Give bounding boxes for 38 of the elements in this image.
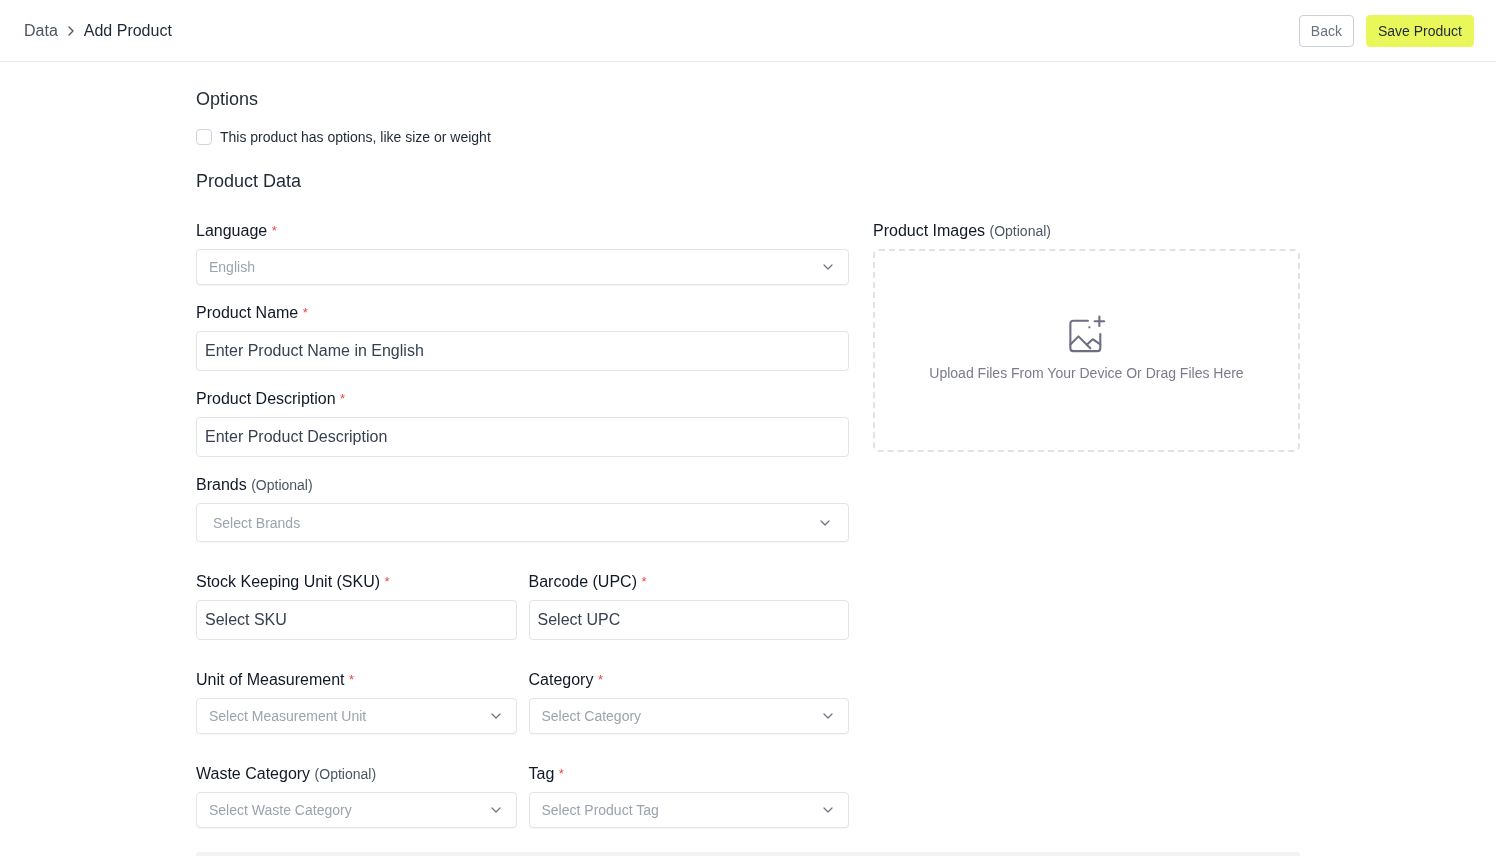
chevron-down-icon [823,264,833,270]
field-label: Unit of Measurement * [196,670,355,690]
checkbox-label: This product has options, like size or weight [220,128,491,146]
chevron-down-icon [823,713,833,719]
chevron-down-icon [490,713,501,719]
dropdown-select[interactable]: Select Waste Category [196,792,517,828]
dropdown-select[interactable]: Select Measurement Unit [196,698,517,734]
chevron-down-icon [823,807,833,813]
back-button[interactable]: Back [1298,14,1354,47]
add-image-icon [1067,314,1106,353]
text-input[interactable]: Select UPC [528,600,849,640]
field-label: Stock Keeping Unit (SKU) * [196,572,390,592]
upload-dropzone[interactable]: Upload Files From Your Device Or Drag Files Here [873,249,1300,452]
chevron-down-icon [490,807,501,813]
save-button[interactable]: Save Product [1365,14,1474,47]
section-heading: Options [196,88,259,111]
field-label: Product Description * [196,389,346,409]
dropdown-select[interactable]: Select Brands [196,503,849,542]
dropdown-select[interactable]: Select Product Tag [528,792,849,828]
field-label: Tag * [528,764,564,784]
chevron-right-icon [67,25,74,36]
breadcrumb-current: Add Product [83,20,172,41]
field-label: Waste Category (Optional) [196,764,377,784]
upload-hint: Upload Files From Your Device Or Drag Files Here [929,364,1244,381]
breadcrumb-link[interactable]: Data [24,20,58,41]
section-heading: Product Data [196,170,302,193]
dropdown-select[interactable]: Select Category [528,698,849,734]
text-input[interactable]: Enter Product Name in English [196,331,849,371]
field-label: Language * [196,221,277,241]
field-label: Brands (Optional) [196,475,313,495]
text-input[interactable]: Select SKU [196,600,517,640]
field-label: Barcode (UPC) * [528,572,647,592]
chevron-down-icon [820,519,830,526]
field-label: Product Name * [196,303,308,323]
text-input[interactable]: Enter Product Description [196,417,849,457]
field-label: Product Images (Optional) [873,221,1051,241]
field-label: Category * [528,670,603,690]
checkbox[interactable] [196,129,212,145]
